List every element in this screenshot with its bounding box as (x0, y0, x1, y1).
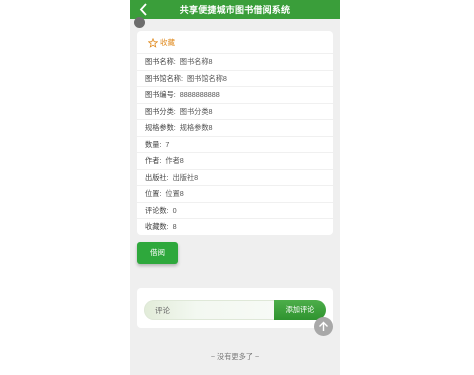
star-outline-icon (148, 37, 158, 48)
row-value: 图书馆名称8 (186, 73, 227, 83)
info-row-title: 图书名称: 图书名称8 (137, 53, 333, 70)
row-value: 图书分类8 (179, 106, 213, 116)
row-label: 位置: (145, 189, 162, 198)
row-label: 数量: (145, 139, 162, 149)
page-title: 共享便捷城市图书借阅系统 (179, 5, 291, 15)
row-value: 位置8 (165, 189, 184, 198)
info-row-book-id: 图书编号: 8888888888 (137, 86, 333, 103)
info-row-location: 位置: 位置8 (137, 185, 333, 202)
row-label: 图书编号: (145, 90, 176, 99)
no-more-text: ~ 没有更多了 ~ (210, 352, 260, 361)
row-value: 规格参数8 (179, 123, 213, 132)
comment-input[interactable] (144, 300, 276, 320)
borrow-button[interactable]: 借阅 (137, 242, 178, 264)
arrow-up-icon (319, 321, 328, 331)
row-label: 作者: (145, 156, 162, 165)
book-info-list: 图书名称: 图书名称8 图书馆名称: 图书馆名称8 图书编号: 8888888888 … (137, 53, 333, 235)
row-label: 图书分类: (145, 106, 176, 116)
row-label: 图书名称: (145, 57, 176, 66)
info-row-publisher: 出版社: 出版社8 (137, 168, 333, 186)
info-row-author: 作者: 作者8 (137, 152, 333, 169)
row-value: 作者8 (165, 156, 184, 165)
row-label: 收藏数: (145, 222, 169, 231)
info-row-library: 图书馆名称: 图书馆名称8 (137, 69, 333, 87)
row-value: 出版社8 (172, 172, 199, 182)
info-row-category: 图书分类: 图书分类8 (137, 102, 333, 120)
row-value: 图书名称8 (179, 57, 213, 66)
row-value: 8 (172, 222, 177, 231)
phone-frame: 共享便捷城市图书借阅系统 收藏 图书名称: 图书名称8 图书馆名称: 图书馆名称8 … (130, 0, 340, 375)
favorite-label: 收藏 (160, 38, 175, 47)
row-value: 8888888888 (179, 90, 220, 99)
header-bar: 共享便捷城市图书借阅系统 (130, 0, 340, 19)
info-row-favorite-count: 收藏数: 8 (137, 218, 333, 235)
info-row-spec: 规格参数: 规格参数8 (137, 119, 333, 136)
info-row-quantity: 数量: 7 (137, 135, 333, 153)
row-label: 图书馆名称: (145, 73, 183, 83)
row-label: 评论数: (145, 205, 169, 215)
scroll-to-top-button[interactable] (314, 317, 333, 336)
book-detail-card: 收藏 图书名称: 图书名称8 图书馆名称: 图书馆名称8 图书编号: 88888888… (137, 31, 333, 235)
row-label: 规格参数: (145, 123, 176, 132)
floating-dot (134, 17, 145, 28)
row-label: 出版社: (145, 172, 169, 182)
add-comment-button[interactable]: 添加评论 (274, 300, 326, 320)
favorite-button[interactable]: 收藏 (148, 37, 175, 48)
row-value: 7 (165, 139, 170, 149)
comment-section: 添加评论 (137, 288, 333, 328)
row-value: 0 (172, 205, 177, 215)
info-row-comment-count: 评论数: 0 (137, 201, 333, 219)
